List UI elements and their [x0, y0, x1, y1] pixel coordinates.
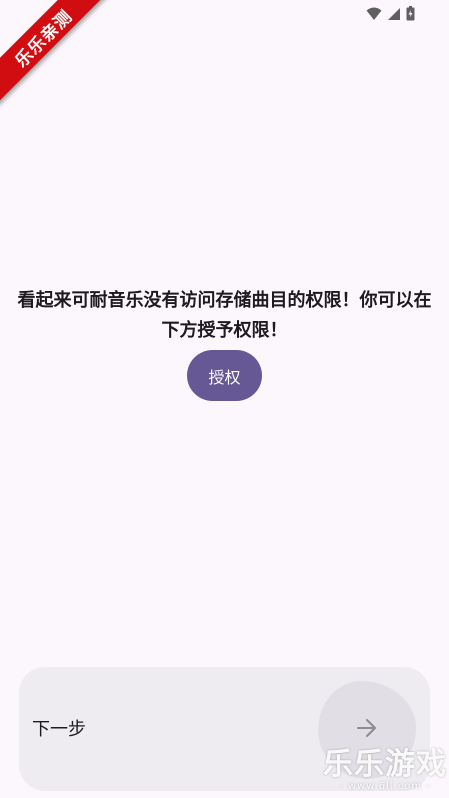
bottom-panel: 下一步: [19, 667, 430, 791]
wifi-icon: [366, 7, 382, 21]
arrow-right-icon: [356, 718, 378, 742]
battery-icon: [406, 6, 415, 21]
permission-message: 看起来可耐音乐没有访问存储曲目的权限！你可以在下方授予权限！: [17, 290, 432, 341]
status-icons: [366, 6, 415, 21]
signal-icon: [387, 7, 401, 21]
next-button[interactable]: [318, 681, 416, 779]
grant-permission-button[interactable]: 授权: [187, 350, 262, 401]
status-bar: [0, 0, 449, 30]
next-step-label: 下一步: [32, 719, 86, 740]
